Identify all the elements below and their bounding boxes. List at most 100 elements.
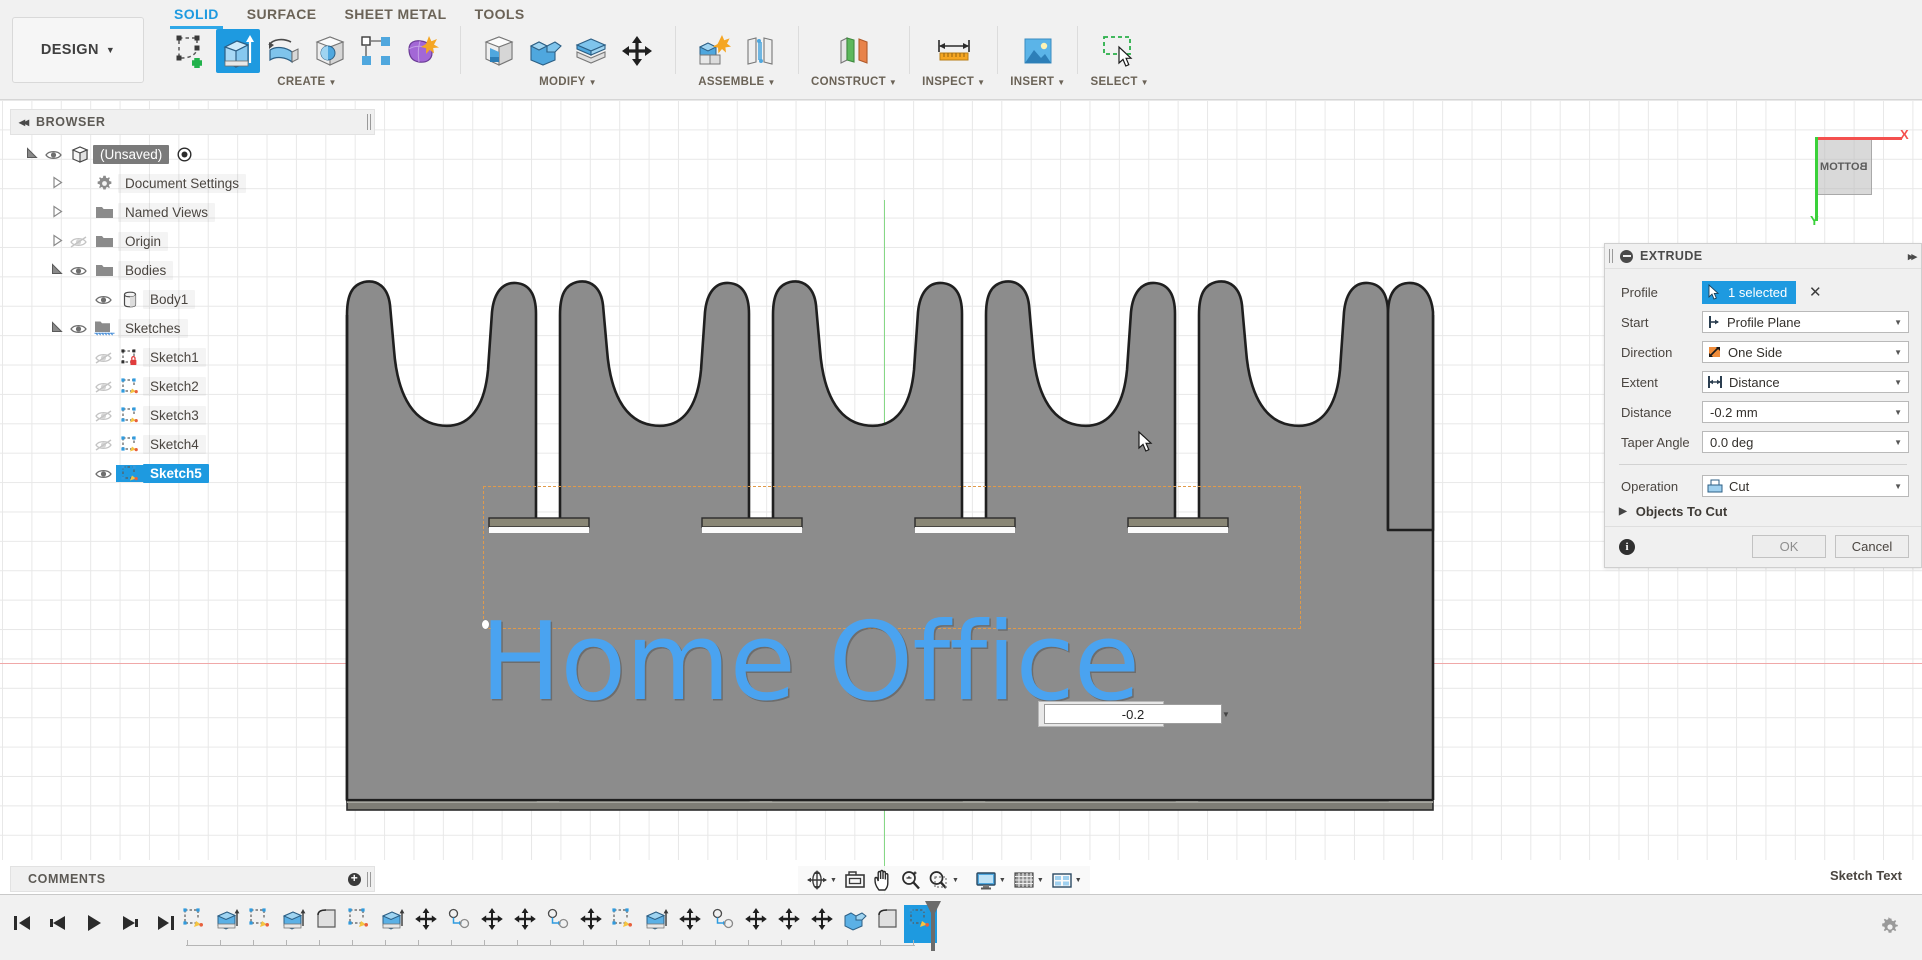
collapse-icon[interactable] <box>1620 249 1633 263</box>
timeline-move-feature[interactable] <box>772 905 805 943</box>
chevron-down-icon[interactable]: ▼ <box>1894 482 1904 491</box>
ribbon-group-label-select[interactable]: SELECT ▼ <box>1090 76 1148 88</box>
timeline-marker[interactable] <box>924 900 942 957</box>
ribbon-group-label-insert[interactable]: INSERT ▼ <box>1010 76 1065 88</box>
browser-item-sketch1[interactable]: Sketch1 <box>10 343 375 372</box>
timeline-extrude-feature[interactable] <box>376 905 409 943</box>
inline-distance-input[interactable]: ▼ <box>1038 701 1230 727</box>
chevron-down-icon[interactable]: ▼ <box>1894 348 1904 357</box>
timeline-extrude-feature[interactable] <box>277 905 310 943</box>
ribbon-group-label-construct[interactable]: CONSTRUCT ▼ <box>811 76 897 88</box>
distance-value-input[interactable] <box>1044 704 1222 724</box>
measure-icon[interactable] <box>932 29 976 73</box>
expander-expanded-icon[interactable] <box>24 146 40 162</box>
revolve-icon[interactable] <box>262 29 306 73</box>
timeline-sketch-feature[interactable] <box>178 905 211 943</box>
browser-item-unsaved[interactable]: (Unsaved) <box>10 140 375 169</box>
extent-dropdown[interactable]: Distance ▼ <box>1702 371 1909 393</box>
joint-icon[interactable] <box>738 29 782 73</box>
offset-plane-icon[interactable] <box>832 29 876 73</box>
add-comment-icon[interactable]: + <box>348 872 361 886</box>
zoom-icon[interactable] <box>897 867 924 893</box>
expand-right-icon[interactable]: ▸▸ <box>1908 250 1917 263</box>
browser-item-bodies[interactable]: Bodies <box>10 256 375 285</box>
chevron-down-icon[interactable]: ▼ <box>1894 378 1904 387</box>
visibility-toggle-visible-icon[interactable] <box>90 294 116 306</box>
browser-item-sketch2[interactable]: Sketch2 <box>10 372 375 401</box>
step-back-icon[interactable] <box>46 911 69 934</box>
taper-angle-input[interactable]: 0.0 deg ▼ <box>1702 431 1909 453</box>
chevron-down-icon[interactable]: ▼ <box>952 877 959 884</box>
chevron-down-icon[interactable]: ▼ <box>830 877 837 884</box>
visibility-toggle-hidden-icon[interactable] <box>90 380 116 393</box>
ribbon-group-label-modify[interactable]: MODIFY ▼ <box>539 76 597 88</box>
panel-resize-grip[interactable] <box>367 114 371 130</box>
chevron-down-icon[interactable]: ▼ <box>1037 877 1044 884</box>
sphere-icon[interactable] <box>308 29 352 73</box>
browser-item-sketches[interactable]: Sketches <box>10 314 375 343</box>
step-forward-icon[interactable] <box>118 911 141 934</box>
chevron-down-icon[interactable]: ▼ <box>1894 408 1904 417</box>
info-icon[interactable]: i <box>1619 538 1635 555</box>
insert-image-icon[interactable] <box>1016 29 1060 73</box>
timeline-sketch-feature[interactable] <box>607 905 640 943</box>
start-dropdown[interactable]: Profile Plane ▼ <box>1702 311 1909 333</box>
browser-item-sketch3[interactable]: Sketch3 <box>10 401 375 430</box>
timeline-move-feature[interactable] <box>673 905 706 943</box>
visibility-toggle-visible-icon[interactable] <box>90 468 116 480</box>
activate-component-radio-icon[interactable] <box>177 147 192 162</box>
profile-select-button[interactable]: 1 selected <box>1702 280 1796 304</box>
view-cube[interactable]: BOTTOM X Y <box>1802 125 1912 228</box>
visibility-toggle-visible-icon[interactable] <box>40 149 66 161</box>
collapse-left-icon[interactable]: ◂◂ <box>19 115 29 129</box>
timeline-move-feature[interactable] <box>475 905 508 943</box>
panel-resize-grip[interactable] <box>367 871 371 887</box>
timeline-fillet-feature[interactable] <box>871 905 904 943</box>
visibility-toggle-hidden-icon[interactable] <box>90 351 116 364</box>
direction-dropdown[interactable]: One Side ▼ <box>1702 341 1909 363</box>
viewports-icon[interactable]: ▼ <box>1048 867 1085 893</box>
timeline-move-feature[interactable] <box>805 905 838 943</box>
gear-icon[interactable] <box>1880 917 1900 942</box>
expander-expanded-icon[interactable] <box>49 320 65 336</box>
window-select-icon[interactable] <box>1098 29 1142 73</box>
comments-panel[interactable]: COMMENTS + <box>10 866 375 892</box>
ribbon-group-label-assemble[interactable]: ASSEMBLE ▼ <box>698 76 776 88</box>
visibility-toggle-visible-icon[interactable] <box>65 265 91 277</box>
zoom-window-icon[interactable]: ▼ <box>925 867 962 893</box>
display-settings-icon[interactable]: ▼ <box>972 867 1009 893</box>
chevron-down-icon[interactable]: ▼ <box>1894 318 1904 327</box>
objects-to-cut-expander[interactable]: ▶ Objects To Cut <box>1605 501 1921 522</box>
timeline-move-feature[interactable] <box>739 905 772 943</box>
timeline-move-feature[interactable] <box>409 905 442 943</box>
go-to-end-icon[interactable] <box>154 911 177 934</box>
timeline-extrude-feature[interactable] <box>640 905 673 943</box>
dialog-drag-grip[interactable] <box>1609 249 1613 263</box>
timeline-align-feature[interactable] <box>442 905 475 943</box>
chevron-down-icon[interactable]: ▼ <box>999 877 1006 884</box>
chevron-down-icon[interactable]: ▼ <box>1222 710 1230 719</box>
go-to-start-icon[interactable] <box>10 911 33 934</box>
cancel-button[interactable]: Cancel <box>1835 535 1909 558</box>
grid-snaps-icon[interactable]: ▼ <box>1010 867 1047 893</box>
press-pull-icon[interactable] <box>477 29 521 73</box>
visibility-toggle-hidden-icon[interactable] <box>90 438 116 451</box>
visibility-toggle-hidden-icon[interactable] <box>90 409 116 422</box>
ribbon-group-label-create[interactable]: CREATE ▼ <box>277 76 336 88</box>
browser-item-sketch5[interactable]: Sketch5 <box>10 459 375 488</box>
extrude-icon[interactable] <box>216 29 260 73</box>
browser-item-origin[interactable]: Origin <box>10 227 375 256</box>
browser-item-named-views[interactable]: Named Views <box>10 198 375 227</box>
pattern-icon[interactable] <box>354 29 398 73</box>
timeline-align-feature[interactable] <box>541 905 574 943</box>
new-component-icon[interactable] <box>692 29 736 73</box>
play-icon[interactable] <box>82 911 105 934</box>
create-sketch-icon[interactable] <box>170 29 214 73</box>
orbit-icon[interactable]: ▼ <box>803 867 840 893</box>
move-copy-icon[interactable] <box>615 29 659 73</box>
look-at-icon[interactable] <box>841 867 869 893</box>
expander-collapsed-icon[interactable] <box>49 175 65 191</box>
timeline-align-feature[interactable] <box>706 905 739 943</box>
visibility-toggle-visible-icon[interactable] <box>65 323 91 335</box>
timeline-extrude-feature[interactable] <box>211 905 244 943</box>
